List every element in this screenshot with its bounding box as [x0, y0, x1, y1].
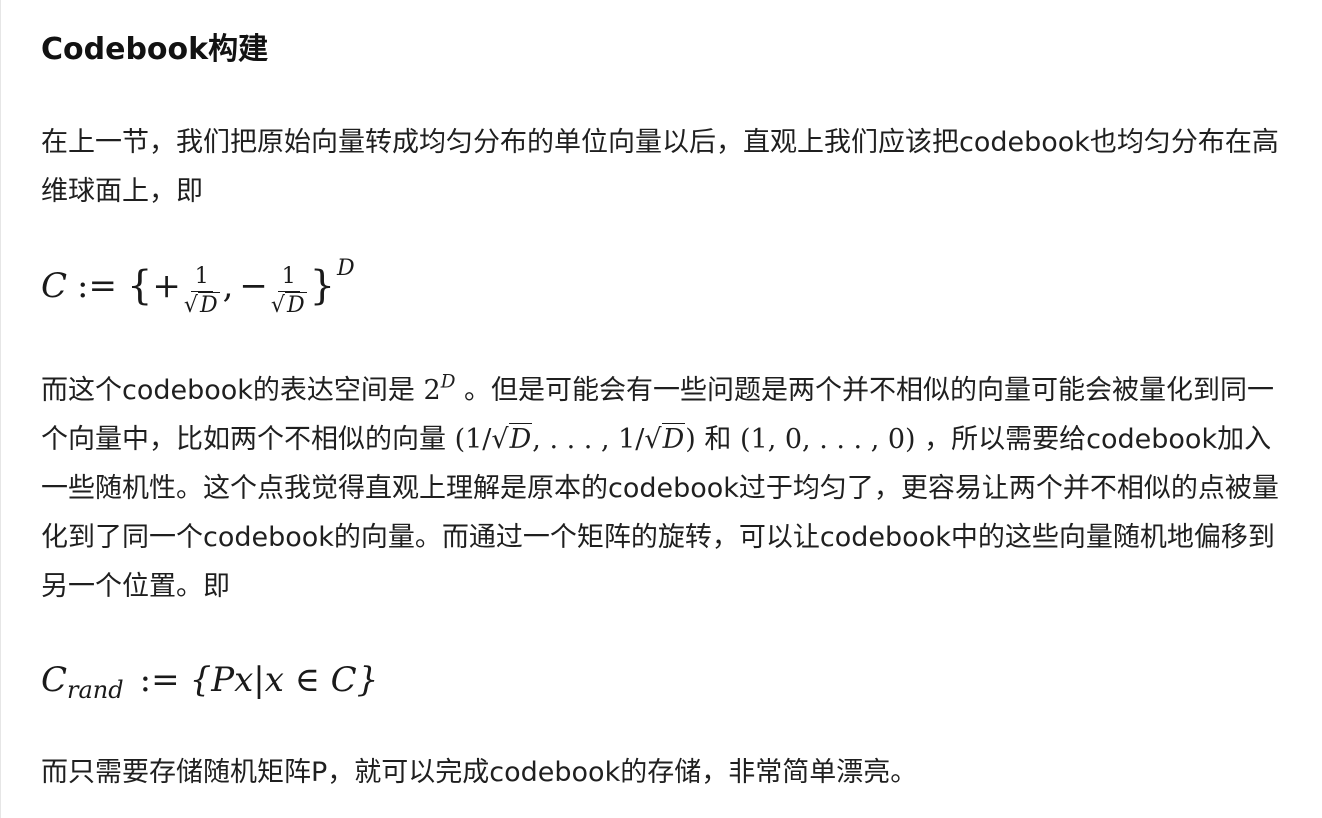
- sqrt-symbol: √: [183, 293, 198, 318]
- p2-text-c: 和: [695, 424, 740, 455]
- formula-lhs: C: [41, 266, 68, 306]
- formula-set-body: {Px|x ∈ C}: [189, 660, 379, 700]
- paragraph-randomness: 而这个codebook的表达空间是 2D 。但是可能会有一些问题是两个并不相似的…: [41, 366, 1283, 611]
- math-vector-basis: (1, 0, . . . , 0): [739, 424, 916, 455]
- formula-assign: :=: [139, 660, 180, 700]
- formula-power: D: [337, 256, 355, 281]
- fraction-denominator: √D: [184, 292, 220, 319]
- sqrt-symbol: √: [270, 293, 285, 318]
- paragraph-conclusion: 而只需要存储随机矩阵P，就可以完成codebook的存储，非常简单漂亮。: [41, 757, 918, 788]
- sqrt-symbol: √: [644, 424, 662, 455]
- math-vec-mid: , . . . , 1/: [532, 424, 645, 455]
- formula-comma: ,: [222, 266, 234, 306]
- formula-plus: +: [152, 266, 181, 306]
- formula-assign: :=: [77, 266, 117, 306]
- formula-subscript: rand: [67, 676, 124, 704]
- sqrt-radicand: D: [661, 423, 686, 455]
- math-2-power-d: 2D: [423, 371, 456, 406]
- fraction-numerator: 1: [190, 265, 213, 292]
- math-vector-uniform: (1/√D, . . . , 1/√D): [455, 423, 696, 455]
- math-exponent: D: [440, 371, 456, 393]
- formula-open-brace: {: [126, 263, 153, 309]
- fraction-denominator: √D: [271, 292, 307, 319]
- formula-lhs: C: [41, 660, 68, 700]
- section-heading: Codebook构建: [41, 32, 269, 67]
- formula-close-brace: }: [309, 263, 336, 309]
- random-codebook-formula: C rand := {Px|x ∈ C}: [41, 652, 378, 708]
- fraction-numerator: 1: [277, 265, 300, 292]
- article-page: Codebook构建 在上一节，我们把原始向量转成均匀分布的单位向量以后，直观上…: [0, 0, 1322, 818]
- formula-fraction-positive: 1 √D: [184, 265, 220, 319]
- sqrt-radicand: D: [197, 292, 220, 318]
- p2-text-a: 而这个codebook的表达空间是: [41, 375, 424, 406]
- math-base: 2: [423, 375, 441, 406]
- sqrt-symbol: √: [491, 424, 509, 455]
- sqrt-radicand: D: [508, 423, 533, 455]
- formula-minus: −: [239, 266, 268, 306]
- formula-fraction-negative: 1 √D: [271, 265, 307, 319]
- math-vec-open: (1/: [454, 424, 492, 455]
- codebook-formula: C := { + 1 √D , − 1 √D } D: [41, 250, 355, 322]
- sqrt-radicand: D: [284, 292, 307, 318]
- paragraph-intro: 在上一节，我们把原始向量转成均匀分布的单位向量以后，直观上我们应该把codebo…: [41, 127, 1279, 207]
- math-vec-close: ): [685, 424, 696, 455]
